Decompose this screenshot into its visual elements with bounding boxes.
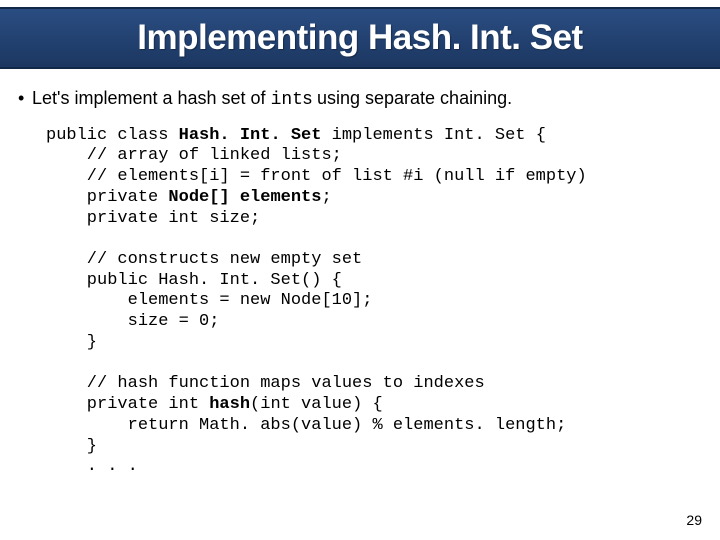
slide-body: • Let's implement a hash set of ints usi… [18,88,702,478]
code-l11: // hash function maps values to indexes [46,374,485,393]
page-number: 29 [686,512,702,528]
code-l14: } [46,437,97,456]
code-l4b: Node[] elements [168,188,321,207]
bullet-mono: int [271,90,303,110]
code-l7: public Hash. Int. Set() { [46,271,342,290]
code-l3: // elements[i] = front of list #i (null … [46,167,587,186]
code-l1b: Hash. Int. Set [179,126,322,145]
code-l4a: private [46,188,168,207]
code-l13: return Math. abs(value) % elements. leng… [46,416,566,435]
code-block: public class Hash. Int. Set implements I… [46,126,702,478]
code-blank2 [46,354,56,373]
bullet-dot-icon: • [18,88,32,109]
code-l12b: hash [209,395,250,414]
code-l1a: public class [46,126,179,145]
code-blank1 [46,229,56,248]
bullet-text: Let's implement a hash set of ints using… [32,88,702,112]
code-l4c: ; [321,188,331,207]
slide-title: Implementing Hash. Int. Set [137,18,582,58]
code-l2: // array of linked lists; [46,146,342,165]
code-l8: elements = new Node[10]; [46,291,372,310]
code-l5: private int size; [46,209,260,228]
code-l15: . . . [46,457,138,476]
bullet-pre: Let's implement a hash set of [32,88,271,108]
bullet-post: s using separate chaining. [303,88,512,108]
title-band: Implementing Hash. Int. Set [0,7,720,69]
code-l9: size = 0; [46,312,219,331]
slide: Implementing Hash. Int. Set • Let's impl… [0,0,720,540]
bullet-item: • Let's implement a hash set of ints usi… [18,88,702,112]
code-l6: // constructs new empty set [46,250,362,269]
code-l12a: private int [46,395,209,414]
code-l10: } [46,333,97,352]
code-l12c: (int value) { [250,395,383,414]
code-l1c: implements Int. Set { [321,126,545,145]
